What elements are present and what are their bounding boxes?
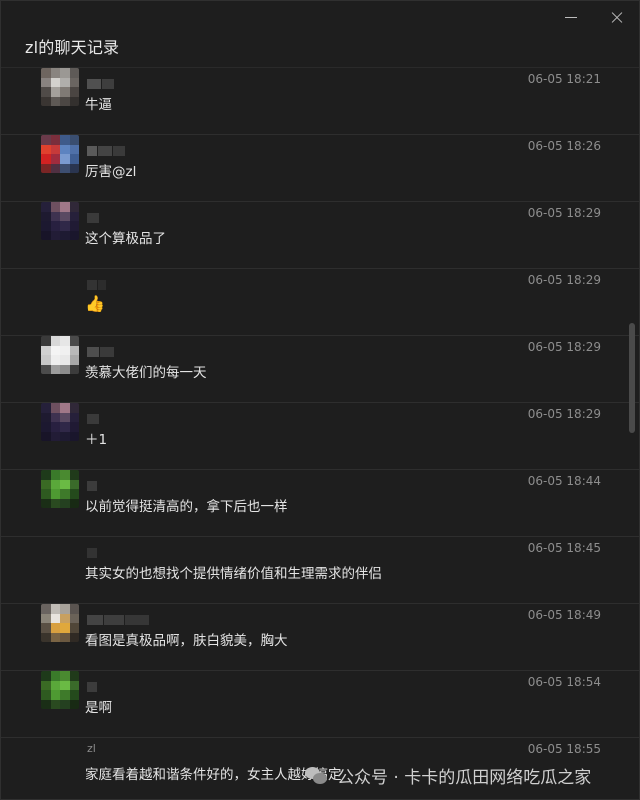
message-timestamp: 06-05 18:54 xyxy=(527,675,601,689)
message-timestamp: 06-05 18:55 xyxy=(527,742,601,756)
message-text: 羡慕大佬们的每一天 xyxy=(85,365,207,381)
avatar[interactable] xyxy=(41,135,79,173)
message-timestamp: 06-05 18:45 xyxy=(527,541,601,555)
scrollbar-thumb[interactable] xyxy=(629,323,635,433)
sender-name-blurred xyxy=(87,543,98,558)
message-timestamp: 06-05 18:29 xyxy=(527,407,601,421)
message-item: 06-05 18:49 看图是真极品啊，肤白貌美，胸大 xyxy=(1,603,639,670)
message-item: 06-05 18:29 羡慕大佬们的每一天 xyxy=(1,335,639,402)
sender-name-blurred xyxy=(87,141,126,156)
message-timestamp: 06-05 18:49 xyxy=(527,608,601,622)
message-timestamp: 06-05 18:29 xyxy=(527,340,601,354)
thumbs-up-icon: 👍 xyxy=(85,294,105,313)
message-item: 06-05 18:26 厉害@zl xyxy=(1,134,639,201)
title-bar: zl的聊天记录 xyxy=(1,1,639,68)
message-text: 其实女的也想找个提供情绪价值和生理需求的伴侣 xyxy=(85,566,382,582)
message-text: 是啊 xyxy=(85,700,112,716)
watermark-text: 公众号 · 卡卡的瓜田网络吃瓜之家 xyxy=(337,768,592,788)
message-item: 06-05 18:54 是啊 xyxy=(1,670,639,737)
sender-name-blurred xyxy=(87,610,150,625)
message-text: 这个算极品了 xyxy=(85,231,166,247)
sender-name-blurred xyxy=(87,677,98,692)
sender-name: zl xyxy=(87,742,96,755)
wechat-icon xyxy=(305,766,329,785)
minimize-button[interactable] xyxy=(559,7,583,29)
sender-name-blurred xyxy=(87,342,115,357)
avatar[interactable] xyxy=(41,68,79,106)
close-button[interactable] xyxy=(605,7,629,29)
message-timestamp: 06-05 18:21 xyxy=(527,72,601,86)
message-text: 牛逼 xyxy=(85,97,112,113)
message-text: 看图是真极品啊，肤白貌美，胸大 xyxy=(85,633,288,649)
sender-name-blurred xyxy=(87,476,98,491)
message-text: ＋1 xyxy=(85,432,108,448)
sender-name-blurred xyxy=(87,74,115,89)
message-item: 06-05 18:45 其实女的也想找个提供情绪价值和生理需求的伴侣 xyxy=(1,536,639,603)
avatar[interactable] xyxy=(41,671,79,709)
message-text: 家庭看着越和谐条件好的，女主人越好搞定 xyxy=(85,767,342,783)
message-item: 06-05 18:29 这个算极品了 xyxy=(1,201,639,268)
watermark: 公众号 · 卡卡的瓜田网络吃瓜之家 xyxy=(305,763,591,788)
sender-name-blurred xyxy=(87,409,100,424)
avatar[interactable] xyxy=(41,202,79,240)
chat-history-window: zl的聊天记录 06-05 18:21 牛逼 06-05 18:26 厉害@zl… xyxy=(0,0,640,800)
message-timestamp: 06-05 18:29 xyxy=(527,206,601,220)
sender-name-blurred xyxy=(87,275,107,290)
message-timestamp: 06-05 18:44 xyxy=(527,474,601,488)
avatar[interactable] xyxy=(41,604,79,642)
message-text-wrapper: 👍 xyxy=(85,294,105,313)
avatar[interactable] xyxy=(41,336,79,374)
message-item: 06-05 18:29 👍 xyxy=(1,268,639,335)
window-title: zl的聊天记录 xyxy=(25,38,120,57)
message-item: 06-05 18:44 以前觉得挺清高的，拿下后也一样 xyxy=(1,469,639,536)
message-item: 06-05 18:21 牛逼 xyxy=(1,68,639,134)
avatar[interactable] xyxy=(41,403,79,441)
message-text: 厉害@zl xyxy=(85,164,137,180)
message-timestamp: 06-05 18:26 xyxy=(527,139,601,153)
avatar[interactable] xyxy=(41,470,79,508)
message-list[interactable]: 06-05 18:21 牛逼 06-05 18:26 厉害@zl 06-05 1… xyxy=(1,68,639,799)
message-item: 06-05 18:29 ＋1 xyxy=(1,402,639,469)
sender-name-blurred xyxy=(87,208,100,223)
message-timestamp: 06-05 18:29 xyxy=(527,273,601,287)
message-text: 以前觉得挺清高的，拿下后也一样 xyxy=(85,499,288,515)
